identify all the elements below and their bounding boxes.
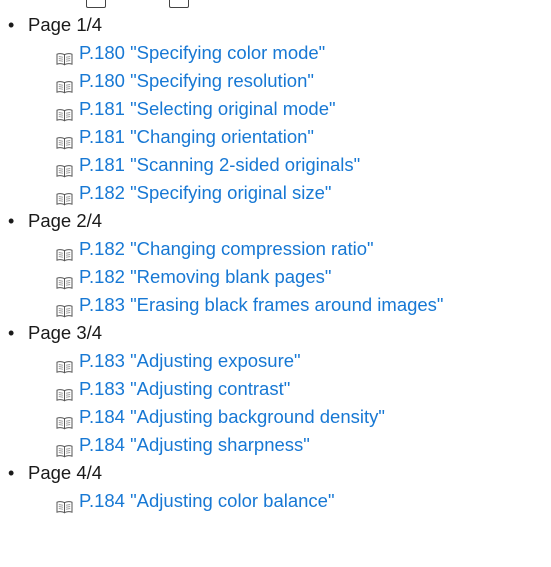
cropped-previous-line [0,0,193,11]
reference-item: P.180 "Specifying resolution" [0,67,551,95]
reference-link[interactable]: P.180 "Specifying color mode" [79,39,325,67]
reference-title: "Changing compression ratio" [130,238,374,259]
open-book-icon [56,158,73,178]
reference-page-number: P.180 [79,42,125,63]
reference-page-number: P.181 [79,98,125,119]
open-book-icon [56,130,73,150]
reference-title: "Changing orientation" [130,126,314,147]
reference-title: "Adjusting sharpness" [130,434,310,455]
open-book-icon [56,74,73,94]
reference-item: P.184 "Adjusting color balance" [0,487,551,515]
reference-title: "Adjusting exposure" [130,350,301,371]
page-section: • Page 1/4 P.180 "Specifying color mode" P.… [0,11,551,207]
reference-item: P.182 "Changing compression ratio" [0,235,551,263]
reference-title: "Specifying resolution" [130,70,314,91]
reference-title: "Erasing black frames around images" [130,294,444,315]
reference-title: "Selecting original mode" [130,98,336,119]
reference-page-number: P.183 [79,350,125,371]
reference-link[interactable]: P.182 "Removing blank pages" [79,263,331,291]
reference-page-number: P.182 [79,238,125,259]
open-book-icon [56,494,73,514]
bullet-icon: • [8,463,15,483]
reference-link[interactable]: P.182 "Specifying original size" [79,179,331,207]
reference-link[interactable]: P.183 "Erasing black frames around image… [79,291,444,319]
reference-item: P.184 "Adjusting background density" [0,403,551,431]
page-section: • Page 2/4 P.182 "Changing compression rat… [0,207,551,319]
page-label: Page 1/4 [28,14,103,35]
reference-title: "Adjusting color balance" [130,490,335,511]
page-heading: • Page 1/4 [0,11,551,39]
reference-item: P.182 "Removing blank pages" [0,263,551,291]
reference-item: P.182 "Specifying original size" [0,179,551,207]
reference-link[interactable]: P.184 "Adjusting color balance" [79,487,335,515]
page-reference-list: • Page 1/4 P.180 "Specifying color mode" P.… [0,11,551,515]
cropped-key-icon [86,0,106,9]
reference-link[interactable]: P.183 "Adjusting exposure" [79,347,301,375]
page-heading: • Page 2/4 [0,207,551,235]
reference-item: P.181 "Changing orientation" [0,123,551,151]
reference-link[interactable]: P.184 "Adjusting sharpness" [79,431,310,459]
bullet-icon: • [8,211,15,231]
reference-link[interactable]: P.182 "Changing compression ratio" [79,235,374,263]
reference-page-number: P.184 [79,434,125,455]
reference-page-number: P.182 [79,182,125,203]
bullet-icon: • [8,323,15,343]
reference-link[interactable]: P.181 "Scanning 2-sided originals" [79,151,360,179]
reference-page-number: P.180 [79,70,125,91]
reference-item: P.181 "Selecting original mode" [0,95,551,123]
page-heading: • Page 4/4 [0,459,551,487]
open-book-icon [56,102,73,122]
reference-page-number: P.181 [79,126,125,147]
open-book-icon [56,410,73,430]
reference-page-number: P.182 [79,266,125,287]
reference-item: P.180 "Specifying color mode" [0,39,551,67]
reference-title: "Specifying color mode" [130,42,326,63]
cropped-key-icon [169,0,190,9]
reference-item: P.183 "Erasing black frames around image… [0,291,551,319]
page-label: Page 4/4 [28,462,103,483]
reference-link[interactable]: P.183 "Adjusting contrast" [79,375,290,403]
open-book-icon [56,298,73,318]
reference-title: "Scanning 2-sided originals" [130,154,361,175]
page-label: Page 2/4 [28,210,103,231]
reference-link[interactable]: P.184 "Adjusting background density" [79,403,385,431]
reference-title: "Adjusting background density" [130,406,385,427]
reference-page-number: P.181 [79,154,125,175]
bullet-icon: • [8,15,15,35]
reference-page-number: P.183 [79,294,125,315]
reference-item: P.183 "Adjusting exposure" [0,347,551,375]
reference-title: "Specifying original size" [130,182,332,203]
open-book-icon [56,270,73,290]
open-book-icon [56,438,73,458]
reference-page-number: P.184 [79,406,125,427]
open-book-icon [56,354,73,374]
page-section: • Page 4/4 P.184 "Adjusting color balance" [0,459,551,515]
open-book-icon [56,242,73,262]
reference-title: "Removing blank pages" [130,266,332,287]
reference-item: P.181 "Scanning 2-sided originals" [0,151,551,179]
page-heading: • Page 3/4 [0,319,551,347]
open-book-icon [56,382,73,402]
reference-link[interactable]: P.181 "Changing orientation" [79,123,314,151]
reference-item: P.183 "Adjusting contrast" [0,375,551,403]
reference-page-number: P.183 [79,378,125,399]
reference-link[interactable]: P.181 "Selecting original mode" [79,95,336,123]
open-book-icon [56,46,73,66]
page-label: Page 3/4 [28,322,103,343]
reference-page-number: P.184 [79,490,125,511]
reference-link[interactable]: P.180 "Specifying resolution" [79,67,314,95]
open-book-icon [56,186,73,206]
reference-item: P.184 "Adjusting sharpness" [0,431,551,459]
page-section: • Page 3/4 P.183 "Adjusting exposure" P.183… [0,319,551,459]
reference-title: "Adjusting contrast" [130,378,291,399]
